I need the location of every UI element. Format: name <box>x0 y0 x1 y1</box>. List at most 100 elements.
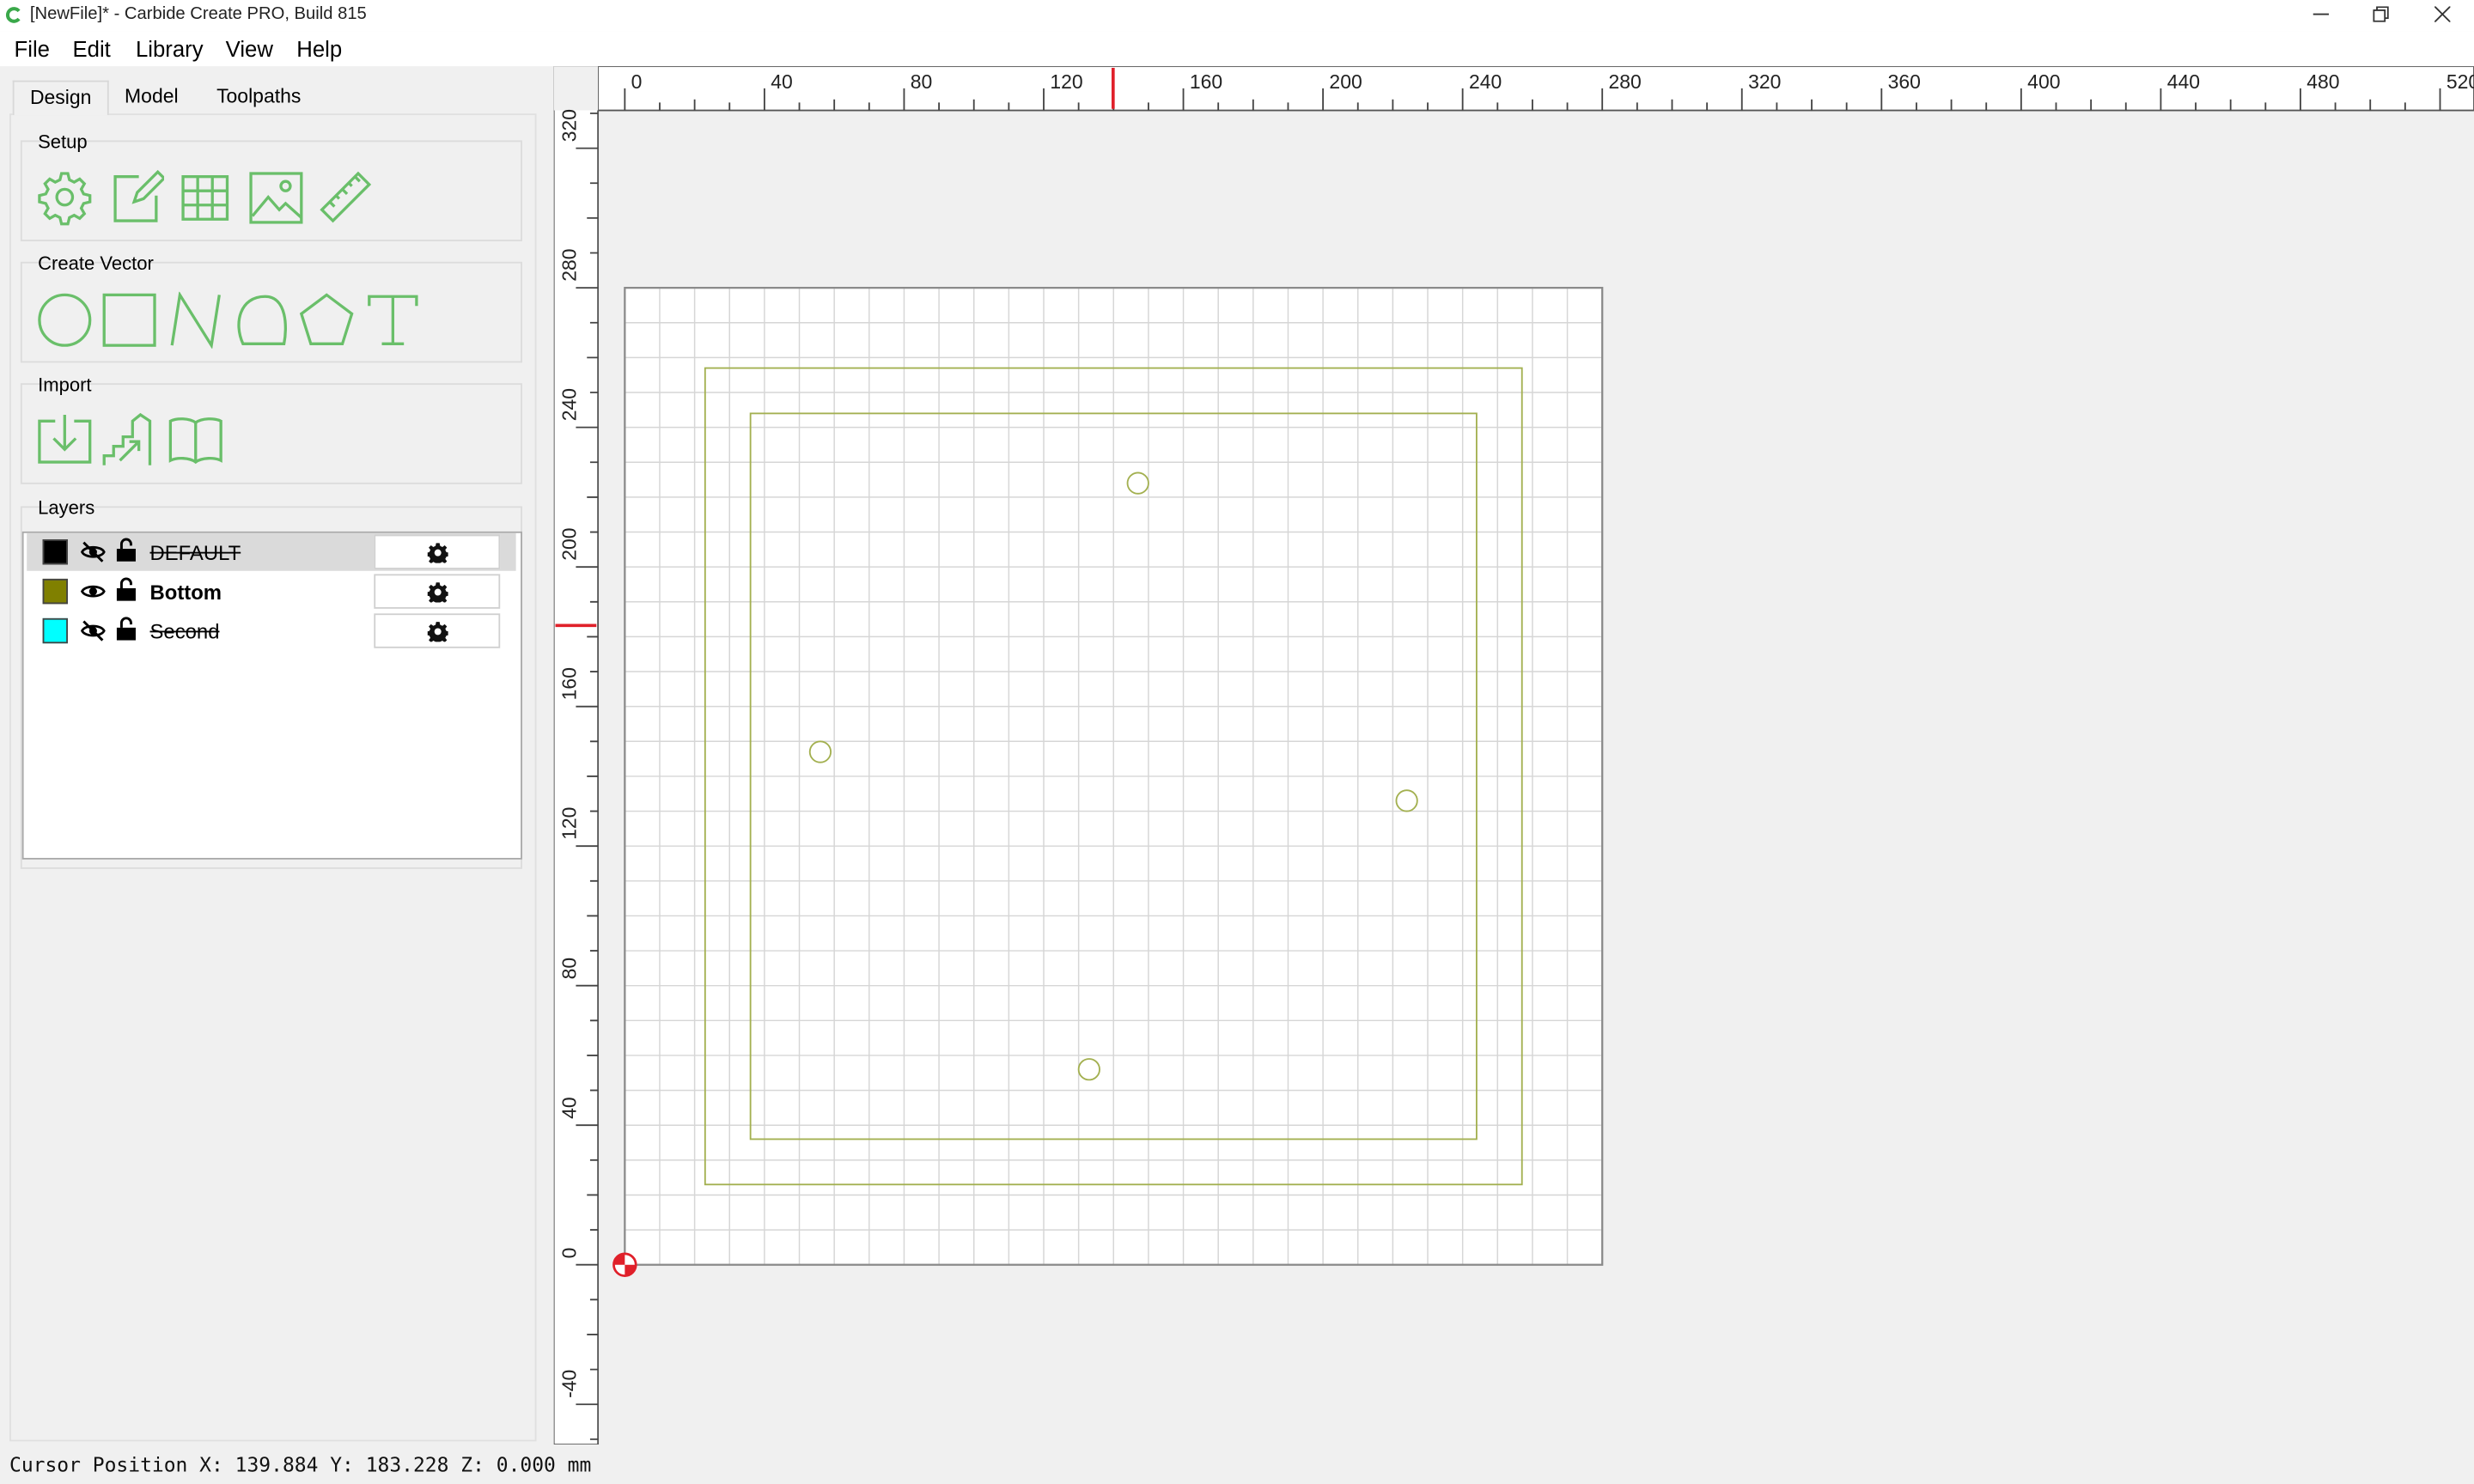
minimize-icon <box>2313 13 2330 15</box>
menu-view[interactable]: View <box>226 36 273 61</box>
library-book-icon <box>168 417 222 465</box>
rectangle-icon <box>102 293 156 347</box>
layer-name: Bottom <box>149 580 222 605</box>
eye-hidden-icon[interactable] <box>80 539 106 564</box>
grid-icon <box>181 175 229 221</box>
import-steps-button[interactable] <box>101 411 158 468</box>
import-group <box>20 383 522 484</box>
edit-document-icon <box>113 169 167 222</box>
layer-row-bottom[interactable]: Bottom <box>27 573 515 611</box>
image-button[interactable] <box>247 168 304 225</box>
ruler-label-y: 200 <box>558 528 580 561</box>
open-library-button[interactable] <box>168 411 224 468</box>
ruler-corner <box>553 66 599 111</box>
grid-button[interactable] <box>177 168 234 225</box>
create-vector-label: Create Vector <box>38 252 154 275</box>
gear-icon <box>426 621 448 642</box>
draw-curve-button[interactable] <box>234 292 290 349</box>
draw-polyline-button[interactable] <box>168 290 224 350</box>
import-file-button[interactable] <box>36 411 93 468</box>
text-icon <box>368 295 418 345</box>
ruler-label-x: 160 <box>1190 70 1222 93</box>
draw-polygon-button[interactable] <box>298 292 355 349</box>
ruler-label-x: 520 <box>2447 70 2474 93</box>
origin-marker-icon <box>612 1252 637 1277</box>
app-logo-icon <box>6 7 21 23</box>
layers-list: DEFAULT Bottom Second <box>21 531 522 860</box>
ruler-icon <box>320 171 372 223</box>
gear-icon <box>426 581 448 602</box>
ruler-label-y: 0 <box>558 1248 580 1259</box>
ruler-label-x: 440 <box>2167 70 2200 93</box>
menu-library[interactable]: Library <box>136 36 204 61</box>
tab-design[interactable]: Design <box>12 80 109 116</box>
curve-icon <box>237 295 287 345</box>
cursor-position-status: Cursor Position X: 139.884 Y: 183.228 Z:… <box>9 1452 592 1476</box>
layer-color-swatch[interactable] <box>42 617 68 644</box>
ruler-label-y: 120 <box>558 807 580 840</box>
window-title: [NewFile]* - Carbide Create PRO, Build 8… <box>29 4 367 24</box>
unlock-icon[interactable] <box>115 617 137 642</box>
layer-name: Second <box>149 619 220 644</box>
close-button[interactable] <box>2412 0 2472 28</box>
unlock-icon[interactable] <box>115 577 137 602</box>
layer-settings-button[interactable] <box>374 534 501 569</box>
ruler-label-x: 200 <box>1329 70 1362 93</box>
layers-label: Layers <box>38 496 95 520</box>
gear-icon <box>38 172 92 226</box>
layer-row-default[interactable]: DEFAULT <box>27 532 516 571</box>
ruler-label-x: 240 <box>1469 70 1502 93</box>
image-icon <box>249 172 303 224</box>
title-bar: [NewFile]* - Carbide Create PRO, Build 8… <box>0 0 2474 32</box>
circle-icon <box>38 293 92 347</box>
menu-edit[interactable]: Edit <box>72 36 110 61</box>
menu-file[interactable]: File <box>15 36 50 61</box>
setup-label: Setup <box>38 131 88 154</box>
tab-model[interactable]: Model <box>111 81 193 114</box>
menu-help[interactable]: Help <box>296 36 342 61</box>
canvas-drawing[interactable]: 0 40 80 120 160 200 240 280 320 360 400 440 480 520 32… <box>552 65 2474 1445</box>
gear-icon <box>426 542 448 563</box>
ruler-label-y: 160 <box>558 667 580 700</box>
polyline-icon <box>170 290 221 350</box>
layer-name: DEFAULT <box>149 540 241 565</box>
ruler-label-y: 240 <box>558 388 580 421</box>
layer-color-swatch[interactable] <box>42 539 68 565</box>
layer-row-second[interactable]: Second <box>27 611 515 649</box>
ruler-label-x: 400 <box>2027 70 2060 93</box>
ruler-label-x: 360 <box>1888 70 1921 93</box>
layer-settings-button[interactable] <box>374 574 501 609</box>
ruler-label-y: 280 <box>558 249 580 282</box>
eye-hidden-icon[interactable] <box>80 618 106 643</box>
edit-document-button[interactable] <box>107 168 167 225</box>
ruler-label-x: 280 <box>1609 70 1642 93</box>
ruler-label-y: 320 <box>558 109 580 142</box>
import-file-icon <box>38 414 92 464</box>
ruler-label-x: 480 <box>2306 70 2339 93</box>
ruler-label-y: -40 <box>558 1370 580 1398</box>
draw-circle-button[interactable] <box>36 292 93 349</box>
ruler-label-x: 120 <box>1050 70 1082 93</box>
restore-icon <box>2373 6 2389 22</box>
ruler-label-x: 80 <box>911 70 933 93</box>
ruler-label-y: 40 <box>558 1097 580 1119</box>
restore-button[interactable] <box>2351 0 2411 28</box>
design-canvas[interactable]: 0 40 80 120 160 200 240 280 320 360 400 440 480 520 32… <box>552 65 2474 1445</box>
eye-icon[interactable] <box>80 579 106 604</box>
layer-settings-button[interactable] <box>374 613 501 648</box>
measure-button[interactable] <box>317 168 374 225</box>
job-setup-button[interactable] <box>36 168 93 226</box>
ruler-label-y: 80 <box>558 958 580 980</box>
polygon-icon <box>299 293 354 345</box>
menu-bar: File Edit Library View Help <box>0 31 2474 67</box>
ruler-label-x: 320 <box>1748 70 1781 93</box>
layer-color-swatch[interactable] <box>42 578 68 605</box>
import-steps-icon <box>102 412 152 465</box>
import-label: Import <box>38 374 92 396</box>
tab-toolpaths[interactable]: Toolpaths <box>200 81 317 114</box>
draw-rectangle-button[interactable] <box>101 292 158 349</box>
draw-text-button[interactable] <box>364 292 421 349</box>
unlock-icon[interactable] <box>115 538 137 563</box>
minimize-button[interactable] <box>2291 0 2351 28</box>
ruler-label-x: 0 <box>631 70 643 93</box>
